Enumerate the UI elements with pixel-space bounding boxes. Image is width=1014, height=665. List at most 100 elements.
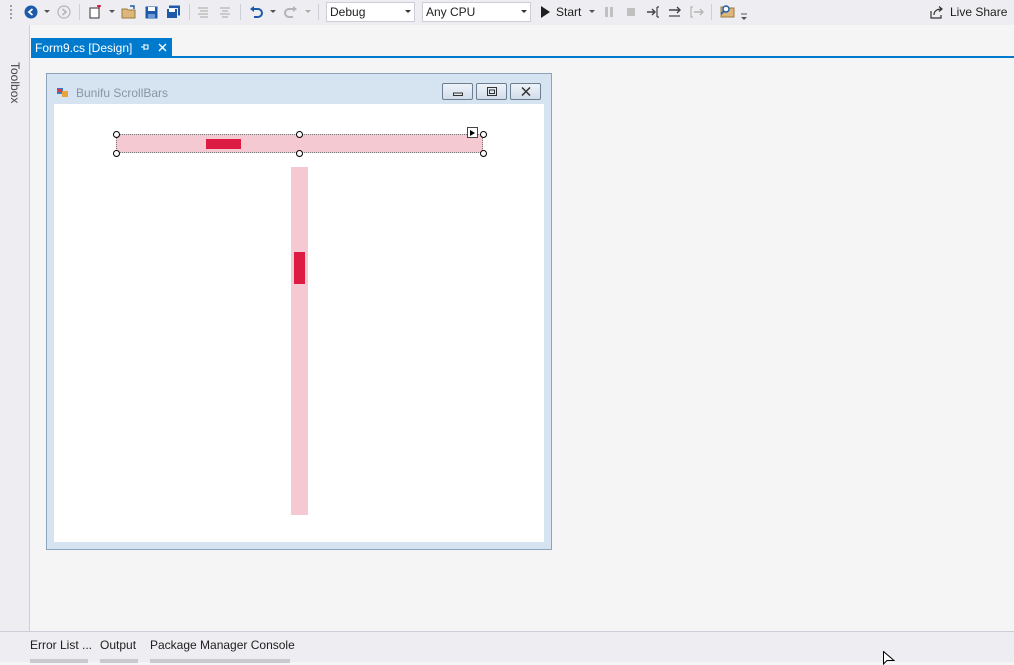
break-all-button[interactable] — [602, 3, 616, 21]
open-file-button[interactable] — [121, 3, 137, 21]
vertical-scrollbar[interactable] — [291, 167, 308, 515]
solution-configuration-value: Debug — [330, 5, 366, 19]
smart-tag-button[interactable] — [467, 127, 478, 138]
step-out-icon — [690, 6, 704, 18]
save-all-icon — [165, 5, 180, 19]
toolbar-separator — [189, 4, 190, 20]
undo-button[interactable] — [248, 3, 264, 21]
toolbar-separator — [318, 4, 319, 20]
tab-output-indicator — [100, 659, 138, 663]
save-icon — [145, 6, 157, 18]
stop-icon — [627, 8, 635, 16]
main-toolbar: Debug Any CPU Start Live Share — [0, 0, 1014, 25]
solution-platform-value: Any CPU — [426, 5, 476, 19]
resize-handle-bottom-right[interactable] — [480, 150, 487, 157]
form-minimize-button[interactable] — [442, 83, 473, 100]
comment-lines-icon — [198, 7, 208, 18]
form-titlebar[interactable]: Bunifu ScrollBars — [47, 74, 551, 104]
new-project-dropdown[interactable] — [108, 3, 116, 21]
redo-button[interactable] — [283, 3, 299, 21]
redo-dropdown[interactable] — [304, 3, 312, 21]
resize-handle-top-left[interactable] — [113, 131, 120, 138]
resize-handle-bottom[interactable] — [296, 150, 303, 157]
live-share-label: Live Share — [950, 5, 1008, 19]
pin-tab-button[interactable] — [139, 40, 151, 54]
find-in-files-button[interactable] — [719, 3, 737, 21]
new-project-icon — [89, 5, 101, 19]
chevron-down-icon — [589, 10, 595, 13]
toolbox-tab[interactable]: Toolbox — [8, 62, 22, 103]
bottom-tool-window-bar: Error List ... Output Package Manager Co… — [0, 631, 1014, 663]
chevron-down-icon — [109, 10, 115, 13]
navigate-back-dropdown[interactable] — [43, 3, 51, 21]
uncomment-lines-icon — [220, 7, 230, 18]
smart-tag-arrow-icon — [470, 129, 475, 136]
close-tab-button[interactable] — [156, 40, 168, 54]
resize-handle-top[interactable] — [296, 131, 303, 138]
document-tab-title: Form9.cs [Design] — [35, 40, 133, 55]
chevron-down-icon — [305, 10, 311, 13]
comment-lines-button[interactable] — [196, 3, 210, 21]
form-close-button[interactable] — [510, 83, 541, 100]
toolbar-overflow-button[interactable] — [740, 8, 748, 26]
vertical-scrollbar-thumb[interactable] — [294, 252, 305, 284]
form-client-area[interactable] — [54, 104, 544, 542]
step-into-button[interactable] — [645, 3, 661, 21]
find-in-files-icon — [720, 5, 735, 18]
open-folder-icon — [121, 5, 136, 19]
toolbar-separator — [711, 4, 712, 20]
toolbar-separator — [79, 4, 80, 20]
tab-package-manager-console-indicator — [150, 659, 290, 663]
back-arrow-icon — [24, 5, 38, 19]
chevron-down-icon — [270, 10, 276, 13]
form-title: Bunifu ScrollBars — [76, 86, 169, 100]
minimize-icon — [452, 92, 463, 96]
start-dropdown[interactable] — [588, 3, 596, 21]
chevron-down-icon — [402, 3, 414, 21]
left-tool-window-strip: Toolbox — [0, 25, 30, 662]
undo-icon — [250, 6, 263, 18]
tab-package-manager-console[interactable]: Package Manager Console — [150, 638, 295, 652]
resize-handle-top-right[interactable] — [480, 131, 487, 138]
chevron-down-icon — [44, 10, 50, 13]
tab-error-list[interactable]: Error List ... — [30, 638, 92, 652]
redo-icon — [284, 6, 297, 18]
forward-arrow-icon — [57, 5, 71, 19]
stop-debugging-button[interactable] — [624, 3, 638, 21]
close-icon — [520, 87, 531, 96]
new-project-button[interactable] — [87, 3, 103, 21]
live-share-button[interactable]: Live Share — [930, 3, 1007, 21]
tab-output[interactable]: Output — [100, 638, 136, 652]
close-icon — [158, 43, 166, 51]
step-into-icon — [647, 6, 659, 18]
solution-platform-combo[interactable]: Any CPU — [422, 2, 531, 22]
toolbar-separator — [240, 4, 241, 20]
form-app-icon — [57, 88, 68, 97]
tab-error-list-indicator — [30, 659, 88, 663]
maximize-icon — [486, 87, 497, 96]
mouse-pointer-icon — [883, 651, 895, 665]
designer-form-window[interactable]: Bunifu ScrollBars — [46, 73, 552, 550]
toolbar-grip[interactable] — [9, 4, 13, 20]
navigate-back-button[interactable] — [23, 3, 39, 21]
play-icon — [541, 6, 550, 18]
live-share-icon — [930, 5, 943, 19]
save-button[interactable] — [144, 3, 158, 21]
uncomment-lines-button[interactable] — [218, 3, 232, 21]
solution-configuration-combo[interactable]: Debug — [326, 2, 415, 22]
resize-handle-bottom-left[interactable] — [113, 150, 120, 157]
step-over-icon — [669, 6, 681, 17]
start-label: Start — [556, 5, 582, 19]
pause-icon — [605, 7, 613, 17]
document-tab-form9-design[interactable]: Form9.cs [Design] — [31, 38, 172, 57]
pin-icon — [141, 44, 149, 50]
save-all-button[interactable] — [165, 3, 181, 21]
navigate-forward-button[interactable] — [56, 3, 72, 21]
start-debugging-button[interactable]: Start — [540, 3, 581, 21]
form-maximize-button[interactable] — [476, 83, 507, 100]
undo-dropdown[interactable] — [269, 3, 277, 21]
step-over-button[interactable] — [667, 3, 683, 21]
step-out-button[interactable] — [689, 3, 705, 21]
overflow-chevron-icon — [741, 13, 747, 20]
chevron-down-icon — [518, 3, 530, 21]
